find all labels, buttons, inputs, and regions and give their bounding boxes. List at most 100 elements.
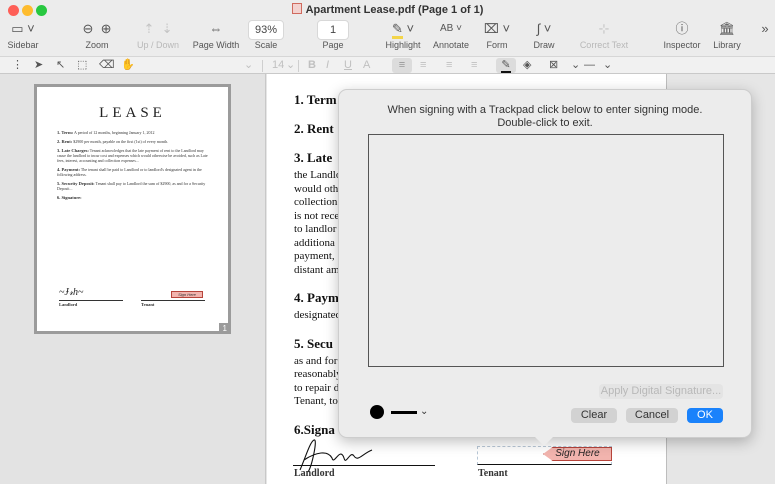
- ok-button[interactable]: OK: [687, 408, 723, 423]
- signing-instruction-line-1: When signing with a Trackpad click below…: [387, 104, 703, 116]
- toolbar: Apartment Lease.pdf (Page 1 of 1) ▭ ˅ Si…: [0, 0, 775, 56]
- page-width-label: Page Width: [192, 40, 240, 50]
- line-width-chevron-icon[interactable]: ⌄: [420, 406, 428, 417]
- align-right-icon[interactable]: ≡: [446, 58, 452, 73]
- font-dropdown-chevron-icon[interactable]: ⌄: [244, 58, 253, 73]
- draw-button[interactable]: ∫ ˅ Draw: [526, 18, 562, 51]
- pointer-tool-icon[interactable]: ➤: [34, 58, 43, 73]
- draw-label: Draw: [533, 40, 555, 50]
- thumbnail-paragraph: 3. Late Charges: Tenant acknowledges tha…: [57, 148, 208, 163]
- thumbnail-sig-line: [141, 300, 205, 301]
- page-width-button[interactable]: ⇔ Page Width: [190, 18, 242, 51]
- thumbnail-paragraph-heading: 2. Rent:: [57, 139, 73, 144]
- border-style-icon[interactable]: ⊠: [549, 58, 558, 73]
- thumbnail-sig-line: [59, 300, 123, 301]
- annotate-button[interactable]: AB ˅ Annotate: [428, 18, 474, 51]
- fill-color-icon[interactable]: ◈: [523, 58, 531, 73]
- signing-instructions: When signing with a Trackpad click below…: [339, 104, 751, 130]
- line-width-selector[interactable]: [391, 411, 417, 414]
- window-title: Apartment Lease.pdf (Page 1 of 1): [305, 4, 484, 16]
- bold-button[interactable]: B: [308, 58, 316, 73]
- page-thumbnail[interactable]: LEASE 1. Term: A period of 12 months, be…: [34, 84, 231, 334]
- border-style-chevron-icon[interactable]: ⌄: [571, 58, 580, 73]
- zoom-label: Zoom: [85, 40, 109, 50]
- page-control: 1 Page: [314, 18, 352, 51]
- library-icon: 🏛: [718, 21, 736, 36]
- scale-control: 93% Scale: [246, 18, 286, 51]
- line-width-chevron-icon[interactable]: ⌄: [603, 58, 612, 73]
- thumbnail-paragraph: 1. Term: A period of 12 months, beginnin…: [57, 130, 208, 135]
- align-left-icon[interactable]: ≡: [392, 58, 412, 73]
- thumbnail-paragraph: 5. Security Deposit: Tenant shall pay to…: [57, 181, 208, 191]
- landlord-label: Landlord: [294, 468, 335, 479]
- thumbnail-paragraph: 2. Rent: $2900 per month, payable on the…: [57, 139, 208, 144]
- form-label: Form: [486, 40, 508, 50]
- apply-digital-signature-button[interactable]: Apply Digital Signature...: [599, 384, 723, 399]
- sidebar-label: Sidebar: [7, 40, 39, 50]
- text-style-button[interactable]: A: [363, 58, 370, 73]
- draw-pen-icon: ∫ ˅: [536, 21, 552, 36]
- thumbnail-paragraph-heading: 6. Signature:: [57, 195, 82, 200]
- italic-button[interactable]: I: [326, 58, 329, 73]
- stroke-color-icon[interactable]: ✎: [496, 58, 516, 73]
- inspector-label: Inspector: [663, 40, 701, 50]
- font-size-chevron-icon[interactable]: ⌄: [286, 58, 295, 73]
- sidebar: LEASE 1. Term: A period of 12 months, be…: [0, 74, 266, 484]
- hand-tool-icon[interactable]: ✋: [121, 58, 135, 73]
- grip-icon: ⋮: [12, 59, 23, 71]
- thumbnail-page: LEASE 1. Term: A period of 12 months, be…: [37, 87, 228, 331]
- separator: [298, 60, 299, 72]
- highlight-button[interactable]: ✎ ˅ Highlight: [380, 18, 426, 51]
- thumbnail-signature-scribble: ~Ɉ𝓇h~: [59, 287, 84, 298]
- thumbnail-tenant: Tenant: [141, 302, 155, 307]
- zoom-in-icon[interactable]: ⊕: [101, 21, 112, 36]
- sidebar-icon: ▭ ˅: [11, 21, 35, 36]
- thumbnail-paragraph: 4. Payment: The tenant shall be paid to …: [57, 167, 208, 177]
- toolbar-overflow-button[interactable]: »: [757, 18, 773, 40]
- font-size-field[interactable]: 14: [272, 58, 284, 73]
- align-justify-icon[interactable]: ≡: [471, 58, 477, 73]
- thumbnail-paragraph: 6. Signature:: [57, 195, 208, 200]
- pdf-file-icon: [291, 3, 302, 14]
- clear-button[interactable]: Clear: [571, 408, 617, 423]
- correct-text-button[interactable]: ⊹ Correct Text: [578, 18, 630, 51]
- annotate-text-icon: AB: [440, 23, 454, 34]
- library-button[interactable]: 🏛 Library: [708, 18, 746, 51]
- thumbnail-paragraph-heading: 1. Term:: [57, 130, 74, 135]
- highlighter-icon: ✎ ˅: [380, 18, 426, 40]
- inspector-button[interactable]: ⓘ Inspector: [660, 18, 704, 51]
- window-title-area: Apartment Lease.pdf (Page 1 of 1): [0, 3, 775, 16]
- form-icon: ⌧ ˅: [483, 21, 511, 36]
- up-down-control[interactable]: ⇡ ⇣ Up / Down: [132, 18, 184, 51]
- zoom-out-icon[interactable]: ⊖: [82, 21, 93, 36]
- page-field[interactable]: 1: [316, 20, 350, 40]
- format-bar: ⋮ ➤ ↖ ⬚ ⌫ ✋ ⌄ 14 ⌄ B I U A ≡ ≡ ≡ ≡ ✎ ◈ ⊠…: [0, 56, 775, 74]
- thumbnail-body: 1. Term: A period of 12 months, beginnin…: [57, 130, 208, 200]
- thumbnail-sign-here: Sign Here: [171, 291, 203, 298]
- text-select-tool-icon[interactable]: ↖: [56, 58, 65, 73]
- separator: [262, 60, 263, 72]
- correct-text-label: Correct Text: [579, 40, 629, 50]
- rect-select-tool-icon[interactable]: ⬚: [77, 58, 87, 73]
- page-down-icon[interactable]: ⇣: [162, 21, 173, 36]
- sign-here-tag[interactable]: Sign Here: [543, 447, 612, 461]
- signature-pad[interactable]: [368, 134, 724, 367]
- cancel-button[interactable]: Cancel: [626, 408, 678, 423]
- scale-field[interactable]: 93%: [247, 20, 285, 40]
- popover-arrow: [535, 437, 553, 446]
- pen-color-swatch[interactable]: [370, 405, 384, 419]
- highlight-label: Highlight: [385, 40, 421, 50]
- form-button[interactable]: ⌧ ˅ Form: [478, 18, 516, 51]
- sidebar-button[interactable]: ▭ ˅ Sidebar: [4, 18, 42, 51]
- thumbnail-paragraph-text: A period of 12 months, beginning January…: [73, 130, 155, 135]
- underline-button[interactable]: U: [344, 58, 352, 73]
- up-down-label: Up / Down: [136, 40, 180, 50]
- thumbnail-paragraph-text: $2900 per month, payable on the first (1…: [72, 139, 169, 144]
- eraser-tool-icon[interactable]: ⌫: [99, 58, 115, 73]
- correct-text-icon: ⊹: [598, 21, 610, 36]
- align-center-icon[interactable]: ≡: [420, 58, 426, 73]
- line-width-icon[interactable]: —: [584, 58, 595, 73]
- page-width-icon: ⇔: [209, 21, 223, 36]
- zoom-control[interactable]: ⊖ ⊕ Zoom: [72, 18, 122, 51]
- page-up-icon[interactable]: ⇡: [143, 21, 154, 36]
